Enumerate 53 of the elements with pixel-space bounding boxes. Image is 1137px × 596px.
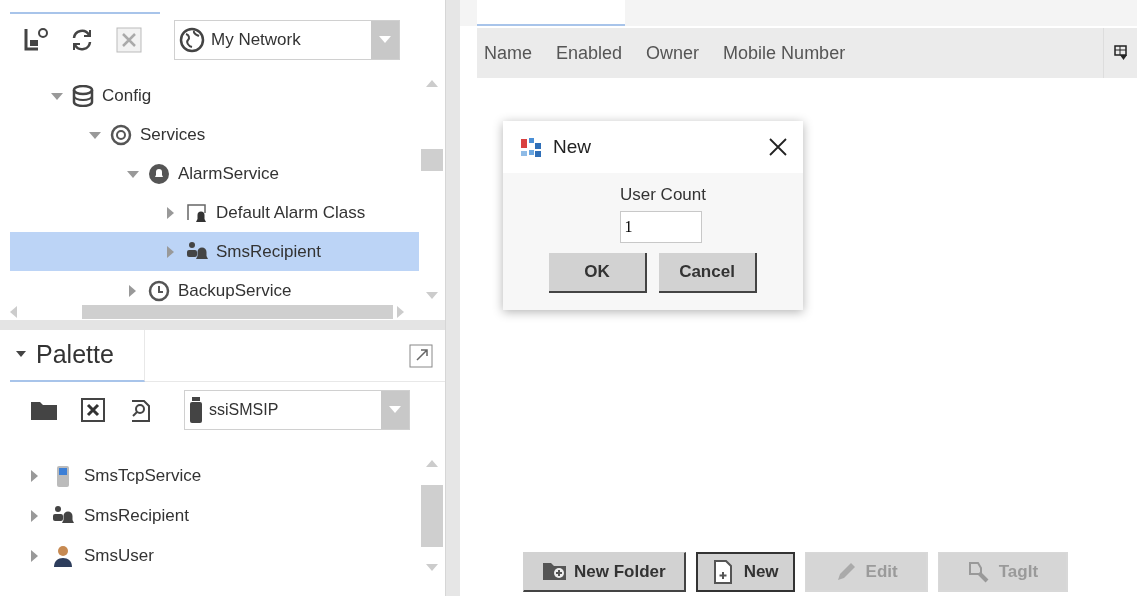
caret-icon: [389, 406, 401, 414]
screen-bell-icon: [186, 201, 208, 224]
scrollbar-thumb[interactable]: [421, 148, 443, 171]
scroll-right-icon[interactable]: [397, 306, 405, 318]
tree-item[interactable]: Services: [140, 124, 206, 145]
scroll-left-icon[interactable]: [10, 306, 18, 318]
close-box-icon[interactable]: [80, 397, 106, 423]
scroll-up-icon[interactable]: [426, 460, 438, 468]
toolbar-button[interactable]: New Folder: [523, 552, 686, 592]
refresh-icon[interactable]: [70, 28, 94, 52]
dropdown-value: My Network: [211, 30, 301, 50]
dialog-title: New: [553, 136, 592, 158]
caret-icon: [379, 36, 391, 44]
selected-row[interactable]: SmsRecipient: [10, 232, 419, 271]
jar-icon: [189, 396, 203, 424]
database-icon: [72, 84, 94, 107]
tree-item[interactable]: SmsRecipient: [216, 241, 321, 262]
tree-item[interactable]: Config: [102, 85, 152, 106]
bell-circle-icon: [148, 162, 170, 185]
palette-tab[interactable]: Palette: [10, 329, 145, 382]
dialog-button[interactable]: OK: [549, 253, 647, 293]
dialog-button[interactable]: Cancel: [659, 253, 757, 293]
tree-item[interactable]: BackupService: [178, 280, 292, 301]
folder-icon[interactable]: [30, 399, 58, 421]
app-logo-icon: [519, 136, 543, 158]
scroll-up-icon[interactable]: [426, 80, 438, 88]
person-icon: [52, 545, 74, 567]
column-header[interactable]: Owner: [646, 42, 700, 64]
column-chooser-icon[interactable]: [1113, 45, 1128, 61]
clock-circle-icon: [148, 279, 170, 302]
toolbar-button[interactable]: New: [695, 552, 795, 592]
close-icon[interactable]: [769, 138, 787, 156]
palette-item[interactable]: SmsUser: [84, 546, 154, 566]
column-header[interactable]: Name: [484, 42, 532, 64]
count-field[interactable]: 1: [619, 211, 702, 243]
expand-icon[interactable]: [409, 343, 433, 368]
field-label: User Count: [620, 185, 706, 205]
network-dropdown[interactable]: My Network: [174, 20, 400, 60]
tree-item[interactable]: AlarmService: [178, 163, 280, 184]
dropdown-value: ssiSMSIP: [209, 401, 279, 419]
scroll-down-icon[interactable]: [426, 564, 438, 572]
column-header[interactable]: Mobile Number: [723, 42, 846, 64]
scroll-down-icon[interactable]: [426, 291, 438, 300]
globe-icon: [179, 27, 205, 53]
tree-item[interactable]: Default Alarm Class: [216, 202, 366, 223]
caret-icon: [16, 350, 26, 359]
palette-item[interactable]: SmsRecipient: [84, 506, 189, 526]
column-header[interactable]: Enabled: [556, 42, 623, 64]
view-tab[interactable]: [477, 0, 625, 26]
palette-item[interactable]: SmsTcpService: [84, 466, 202, 486]
palette-dropdown[interactable]: ssiSMSIP: [184, 390, 410, 430]
scrollbar-thumb[interactable]: [421, 485, 443, 547]
scrollbar-thumb[interactable]: [82, 305, 393, 319]
